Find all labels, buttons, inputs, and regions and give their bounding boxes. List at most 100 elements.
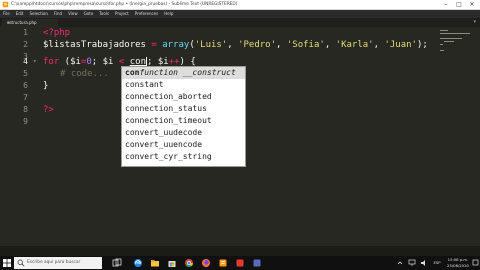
line-number: 8: [23, 105, 28, 114]
chrome-icon[interactable]: [184, 258, 194, 268]
autocomplete-label: connection_status: [125, 104, 207, 113]
menu-file[interactable]: File: [0, 10, 13, 18]
autocomplete-label: convert_cyr_string: [125, 152, 212, 161]
tab-list-chevron-icon[interactable]: ▾: [473, 18, 476, 27]
firefox-icon[interactable]: [201, 258, 211, 268]
minimap-line: [444, 41, 454, 42]
menu-tools[interactable]: Tools: [96, 10, 112, 18]
autocomplete-label: constant: [125, 80, 164, 89]
minimize-icon[interactable]: –: [440, 0, 452, 9]
menu-bar: File Edit Selection Find View Goto Tools…: [0, 10, 480, 18]
line-number-gutter: 1 2 3 4 5 6 7 8 9 ▾: [0, 27, 36, 246]
paren-token: );: [416, 40, 428, 50]
language-indicator[interactable]: ESP: [432, 259, 442, 266]
line-number: 1: [23, 28, 28, 37]
line-number: 2: [23, 40, 28, 49]
function-token: array: [162, 40, 190, 50]
minimap-line: [440, 33, 470, 34]
minimap-line: [440, 50, 444, 51]
autocomplete-match: con: [125, 68, 140, 77]
minimap[interactable]: [440, 30, 472, 66]
store-icon[interactable]: [167, 258, 177, 268]
clock-date[interactable]: 25/08/2020: [444, 262, 472, 269]
code-token: ($i: [59, 57, 81, 67]
line-number: 7: [23, 93, 28, 102]
window-title: C:\xampp\htdocs\cursos\php\rempresa\curs…: [11, 2, 238, 7]
minimap-line: [440, 38, 462, 39]
code-line-1[interactable]: <?php: [43, 27, 70, 39]
chevron-up-icon[interactable]: [395, 258, 405, 268]
taskbar-search-box[interactable]: Escribe aquí para buscar: [14, 257, 102, 269]
menu-edit[interactable]: Edit: [13, 10, 27, 18]
autocomplete-popup: confunction __construct constant connect…: [121, 66, 246, 167]
autocomplete-label: function __construct: [139, 68, 236, 77]
app-icon[interactable]: [235, 258, 245, 268]
menu-view[interactable]: View: [65, 10, 81, 18]
sublime-taskbar-icon[interactable]: [218, 258, 228, 268]
string-token: 'Juan': [384, 40, 417, 50]
search-placeholder: Escribe aquí para buscar: [27, 260, 81, 265]
line-number: 5: [23, 69, 28, 78]
windows-start-icon[interactable]: [3, 259, 11, 267]
maximize-icon[interactable]: □: [453, 0, 465, 9]
menu-find[interactable]: Find: [51, 10, 65, 18]
autocomplete-label: connection_timeout: [125, 116, 212, 125]
tab-bar: estructura.php × ▾: [0, 18, 480, 27]
title-bar: C:\xampp\htdocs\cursos\php\rempresa\curs…: [0, 0, 480, 10]
code-line-2[interactable]: $listasTrabajadores = array('Luis', 'Ped…: [43, 39, 428, 51]
autocomplete-item[interactable]: constant: [122, 79, 245, 91]
autocomplete-label: connection_aborted: [125, 92, 212, 101]
tab-estructura[interactable]: estructura.php ×: [2, 19, 58, 27]
brace-token: }: [43, 81, 49, 91]
file-explorer-icon[interactable]: [150, 258, 160, 268]
string-token: 'Karla': [335, 40, 374, 50]
autocomplete-item-construct[interactable]: confunction __construct: [122, 67, 245, 79]
autocomplete-item[interactable]: connection_timeout: [122, 115, 245, 127]
operator-token: =: [145, 40, 163, 50]
edge-browser-icon[interactable]: [133, 258, 143, 268]
network-icon[interactable]: [407, 258, 417, 268]
minimap-line: [440, 44, 443, 45]
code-line-8[interactable]: ?>: [43, 104, 54, 116]
close-icon[interactable]: ✕: [466, 0, 478, 9]
autocomplete-label: convert_uudecode: [125, 128, 203, 137]
autocomplete-item[interactable]: convert_uuencode: [122, 139, 245, 151]
variable-token: $listasTrabajadores: [43, 40, 146, 50]
separator-token: ,: [324, 40, 336, 50]
taskbar: Escribe aquí para buscar ESP 15:08 p.m. …: [0, 256, 480, 270]
menu-goto[interactable]: Goto: [81, 10, 97, 18]
task-view-icon[interactable]: [112, 258, 122, 268]
php-close-tag: ?>: [43, 105, 54, 115]
line-number: 9: [23, 117, 28, 126]
menu-selection[interactable]: Selection: [26, 10, 50, 18]
separator-token: ,: [227, 40, 239, 50]
line-number: 6: [23, 81, 28, 90]
code-line-5[interactable]: # code...: [60, 68, 109, 80]
menu-project[interactable]: Project: [112, 10, 132, 18]
line-number-current: 4: [23, 57, 28, 66]
keyword-token: for: [43, 57, 60, 67]
app-icon[interactable]: [252, 258, 262, 268]
string-token: 'Pedro': [238, 40, 277, 50]
volume-icon[interactable]: [419, 258, 429, 268]
autocomplete-item[interactable]: connection_aborted: [122, 91, 245, 103]
sublime-app-icon: [2, 1, 9, 8]
fold-arrow-icon[interactable]: ▾: [33, 56, 37, 68]
menu-help[interactable]: Help: [161, 10, 176, 18]
comment-token: # code...: [60, 69, 109, 79]
autocomplete-item[interactable]: convert_cyr_string: [122, 151, 245, 163]
code-line-6[interactable]: }: [43, 80, 48, 92]
code-token: ; $i: [91, 57, 119, 67]
status-bar: [0, 246, 480, 256]
php-open-tag: <?php: [43, 28, 71, 38]
autocomplete-item[interactable]: connection_status: [122, 103, 245, 115]
string-token: 'Sofia': [286, 40, 325, 50]
notifications-icon[interactable]: [472, 258, 479, 268]
separator-token: ,: [276, 40, 287, 50]
tab-close-icon[interactable]: ×: [7, 19, 55, 27]
minimap-line: [440, 30, 448, 31]
autocomplete-item[interactable]: convert_uudecode: [122, 127, 245, 139]
separator-token: ,: [373, 40, 385, 50]
string-token: 'Luis': [194, 40, 228, 50]
menu-preferences[interactable]: Preferences: [132, 10, 162, 18]
